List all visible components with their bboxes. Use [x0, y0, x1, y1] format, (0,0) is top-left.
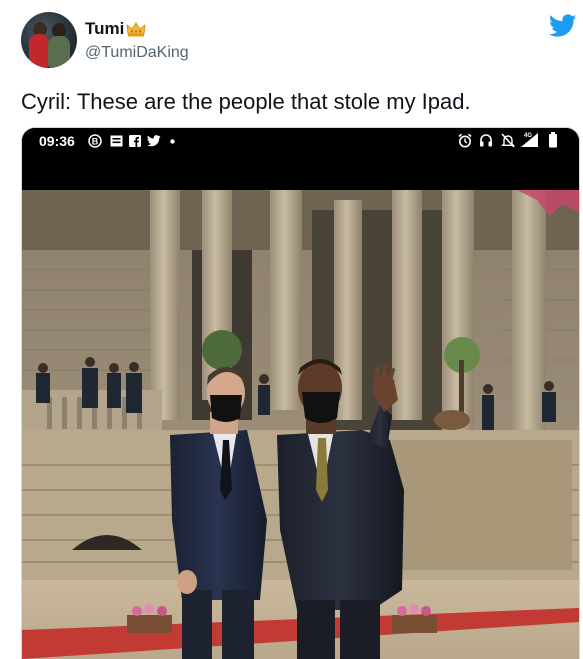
avatar[interactable] — [21, 12, 77, 68]
tweet-media[interactable]: 09:36 B 4G — [21, 127, 580, 659]
signal-4g-icon: 4G — [521, 133, 538, 147]
twitter-bird-icon[interactable] — [549, 14, 577, 38]
tweet-card: Tumi @TumiDaKing Cyril: These are the pe… — [0, 0, 583, 659]
handle[interactable]: @TumiDaKing — [85, 44, 189, 62]
photo — [22, 190, 579, 659]
author-name-row[interactable]: Tumi — [85, 18, 146, 40]
alarm-icon — [458, 133, 472, 148]
svg-text:4G: 4G — [524, 133, 532, 139]
status-time: 09:36 — [39, 133, 75, 149]
mute-icon — [501, 133, 515, 148]
display-name[interactable]: Tumi — [85, 19, 124, 39]
facebook-icon — [129, 135, 141, 147]
notification-dot-icon — [170, 139, 175, 144]
b-icon: B — [88, 134, 102, 148]
tweet-text: Cyril: These are the people that stole m… — [21, 89, 471, 114]
crown-icon — [126, 22, 146, 37]
headset-icon — [480, 134, 492, 147]
phone-status-bar: 09:36 B 4G — [22, 128, 579, 190]
message-icon — [110, 135, 123, 147]
twitter-icon — [147, 135, 161, 147]
battery-icon — [549, 132, 557, 148]
svg-text:B: B — [92, 137, 99, 147]
